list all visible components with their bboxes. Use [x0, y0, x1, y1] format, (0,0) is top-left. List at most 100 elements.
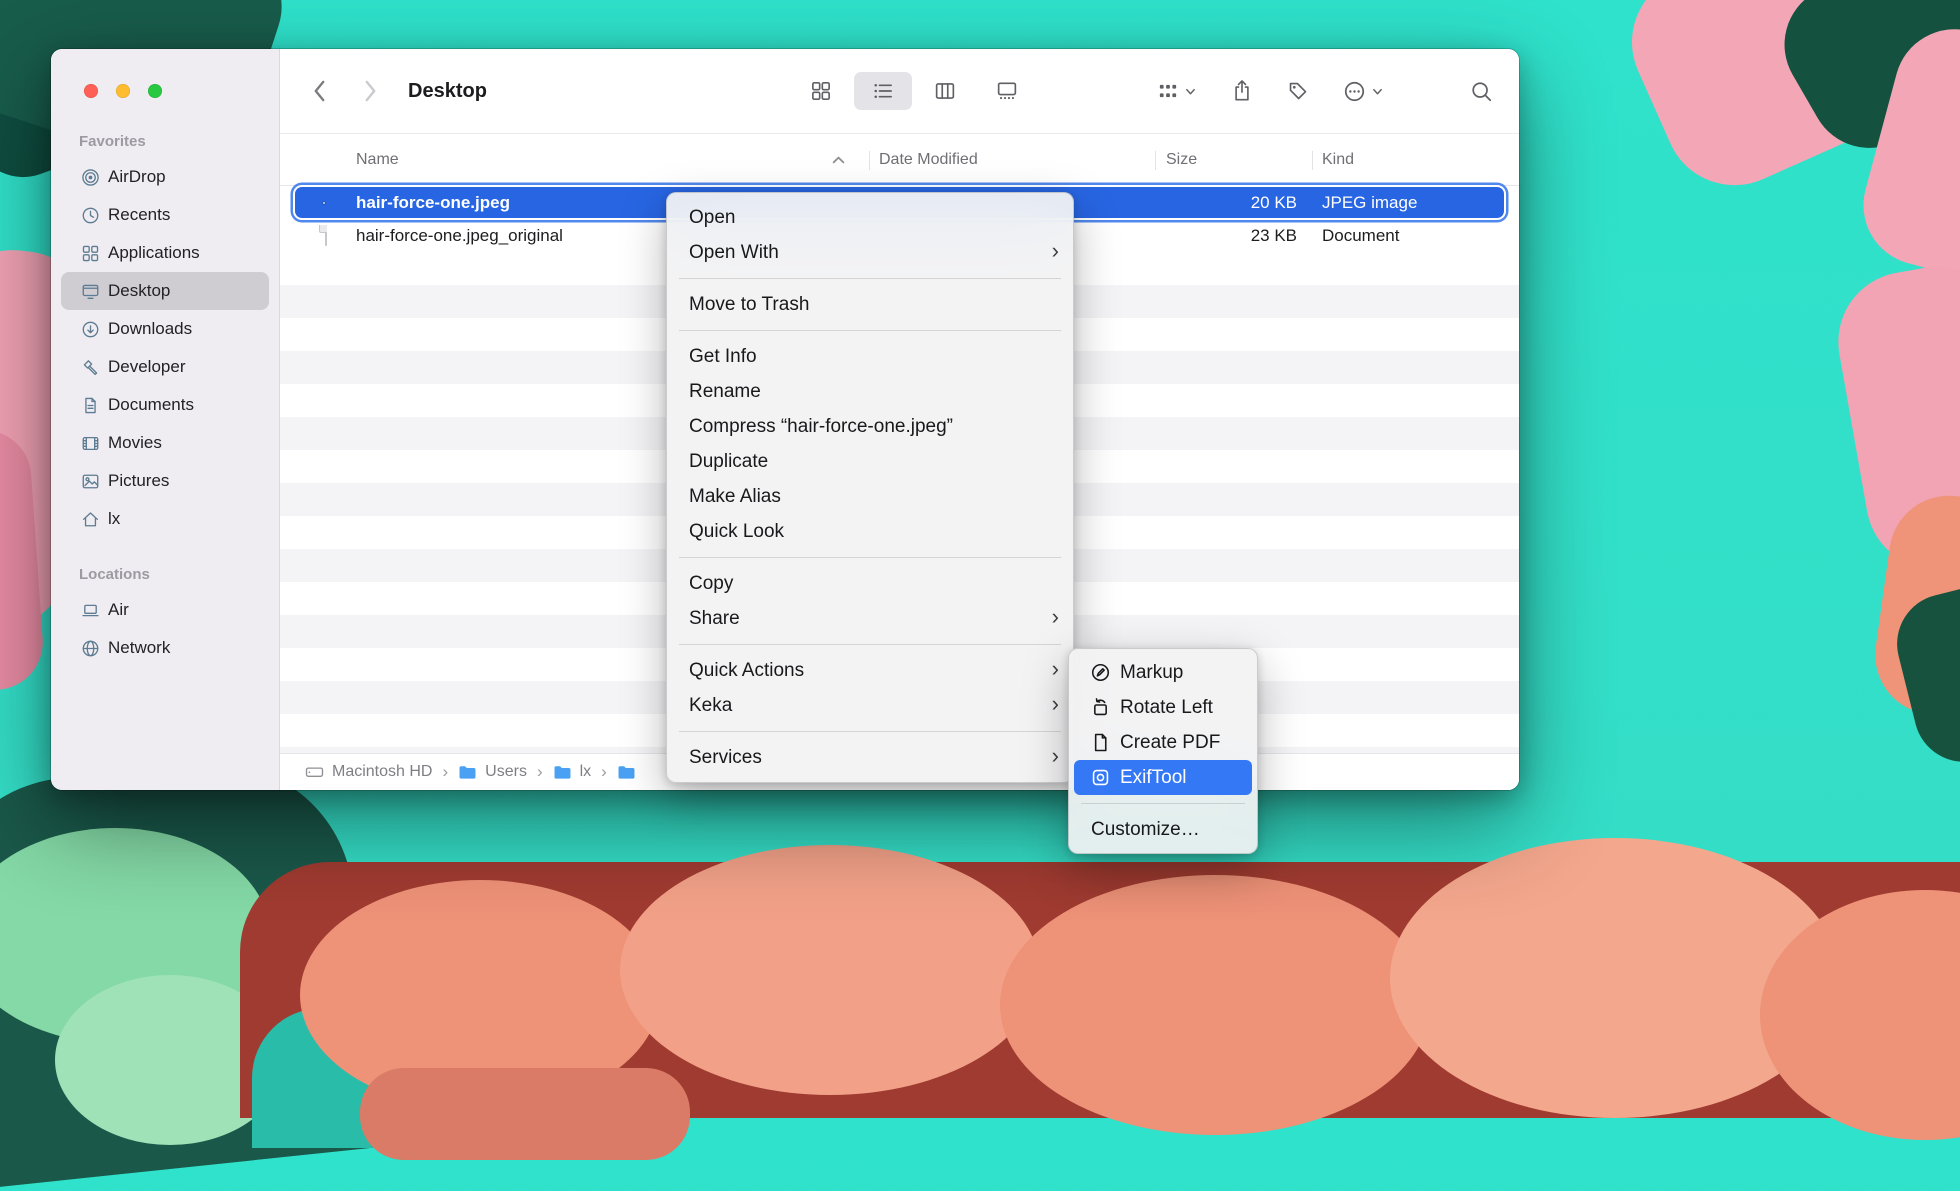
markup-icon: [1090, 662, 1111, 683]
menu-item-quick-look[interactable]: Quick Look: [667, 514, 1073, 549]
menu-item-label: Quick Look: [689, 521, 784, 543]
applications-grid-icon: [79, 244, 101, 263]
path-item-lx[interactable]: lx: [553, 763, 592, 782]
menu-separator: [679, 731, 1061, 732]
path-item-label: Macintosh HD: [332, 763, 432, 781]
menu-item-label: Keka: [689, 695, 732, 717]
submenu-item-label: Markup: [1120, 662, 1183, 684]
menu-item-duplicate[interactable]: Duplicate: [667, 444, 1073, 479]
submenu-item-label: Create PDF: [1120, 732, 1220, 754]
menu-item-open-with[interactable]: Open With›: [667, 235, 1073, 270]
column-divider[interactable]: [1155, 151, 1156, 170]
menu-item-make-alias[interactable]: Make Alias: [667, 479, 1073, 514]
forward-button[interactable]: [363, 79, 378, 103]
path-item-label: lx: [580, 763, 592, 781]
search-button[interactable]: [1470, 80, 1493, 103]
path-item-desktop[interactable]: [617, 763, 644, 782]
sidebar-item-recents[interactable]: Recents: [61, 196, 269, 234]
chevron-right-icon: ›: [1052, 745, 1059, 767]
blank-document-icon: [325, 225, 327, 246]
submenu-item-exiftool[interactable]: ExifTool: [1074, 760, 1252, 795]
sidebar-item-pictures[interactable]: Pictures: [61, 462, 269, 500]
submenu-item-create-pdf[interactable]: Create PDF: [1069, 725, 1257, 760]
share-icon: [1231, 79, 1253, 103]
menu-item-label: Make Alias: [689, 486, 781, 508]
sidebar-item-label: Air: [108, 600, 129, 620]
column-view-button[interactable]: [916, 72, 974, 110]
file-kind: Document: [1322, 226, 1399, 246]
airdrop-icon: [79, 168, 101, 187]
menu-item-services[interactable]: Services›: [667, 740, 1073, 775]
menu-item-label: Share: [689, 608, 740, 630]
column-divider[interactable]: [869, 151, 870, 170]
list-view-button[interactable]: [854, 72, 912, 110]
menu-item-keka[interactable]: Keka ›: [667, 688, 1073, 723]
chevron-right-icon: ›: [537, 762, 543, 782]
chevron-right-icon: ›: [1052, 658, 1059, 680]
menu-item-quick-actions[interactable]: Quick Actions›: [667, 653, 1073, 688]
rotate-left-icon: [1090, 697, 1111, 718]
menu-item-open[interactable]: Open: [667, 200, 1073, 235]
column-header-kind[interactable]: Kind: [1322, 134, 1354, 185]
list-column-headers: Name Date Modified Size Kind: [280, 133, 1519, 186]
chevron-right-icon: ›: [601, 762, 607, 782]
menu-separator: [1081, 803, 1245, 804]
back-button[interactable]: [312, 79, 327, 103]
path-item-macintosh-hd[interactable]: Macintosh HD: [305, 763, 432, 782]
sidebar-item-home[interactable]: lx: [61, 500, 269, 538]
share-button[interactable]: [1231, 79, 1253, 103]
more-options-button[interactable]: [1343, 80, 1384, 103]
submenu-item-rotate-left[interactable]: Rotate Left: [1069, 690, 1257, 725]
window-controls: [84, 84, 162, 98]
sidebar-item-network[interactable]: Network: [61, 629, 269, 667]
menu-item-move-to-trash[interactable]: Move to Trash: [667, 287, 1073, 322]
wallpaper-shape: [620, 845, 1040, 1095]
sidebar-item-documents[interactable]: Documents: [61, 386, 269, 424]
sidebar-item-downloads[interactable]: Downloads: [61, 310, 269, 348]
grid-view-button[interactable]: [792, 72, 850, 110]
search-icon: [1470, 80, 1493, 103]
column-header-size[interactable]: Size: [1166, 134, 1197, 185]
menu-item-compress[interactable]: Compress “hair-force-one.jpeg”: [667, 409, 1073, 444]
close-button[interactable]: [84, 84, 98, 98]
sidebar-item-developer[interactable]: Developer: [61, 348, 269, 386]
sidebar-item-label: lx: [108, 509, 120, 529]
folder-icon: [553, 763, 572, 782]
sidebar-item-desktop[interactable]: Desktop: [61, 272, 269, 310]
file-kind: JPEG image: [1322, 193, 1417, 213]
chevron-right-icon: ›: [1052, 606, 1059, 628]
minimize-button[interactable]: [116, 84, 130, 98]
column-view-icon: [934, 80, 956, 102]
grid-view-icon: [810, 80, 832, 102]
sidebar-item-air[interactable]: Air: [61, 591, 269, 629]
menu-item-copy[interactable]: Copy: [667, 566, 1073, 601]
gallery-view-button[interactable]: [978, 72, 1036, 110]
column-divider[interactable]: [1312, 151, 1313, 170]
sidebar-item-applications[interactable]: Applications: [61, 234, 269, 272]
menu-item-get-info[interactable]: Get Info: [667, 339, 1073, 374]
group-by-button[interactable]: [1157, 80, 1197, 102]
column-header-date-modified[interactable]: Date Modified: [879, 134, 978, 185]
path-item-users[interactable]: Users: [458, 763, 527, 782]
menu-separator: [679, 330, 1061, 331]
hard-drive-icon: [305, 763, 324, 782]
menu-item-label: Duplicate: [689, 451, 768, 473]
menu-item-share[interactable]: Share ›: [667, 601, 1073, 636]
submenu-item-markup[interactable]: Markup: [1069, 655, 1257, 690]
exiftool-icon: [1090, 767, 1111, 788]
file-name: hair-force-one.jpeg_original: [356, 226, 563, 246]
zoom-button[interactable]: [148, 84, 162, 98]
menu-separator: [679, 644, 1061, 645]
tag-button[interactable]: [1287, 80, 1309, 102]
sidebar-item-airdrop[interactable]: AirDrop: [61, 158, 269, 196]
group-by-icon: [1157, 80, 1179, 102]
column-header-name[interactable]: Name: [356, 134, 399, 185]
menu-item-label: Open: [689, 207, 735, 229]
menu-item-rename[interactable]: Rename: [667, 374, 1073, 409]
sidebar-item-label: Applications: [108, 243, 200, 263]
sidebar-item-movies[interactable]: Movies: [61, 424, 269, 462]
submenu-item-customize[interactable]: Customize…: [1069, 812, 1257, 847]
chevron-right-icon: ›: [1052, 240, 1059, 262]
chevron-right-icon: ›: [1052, 693, 1059, 715]
sidebar-item-label: Pictures: [108, 471, 169, 491]
